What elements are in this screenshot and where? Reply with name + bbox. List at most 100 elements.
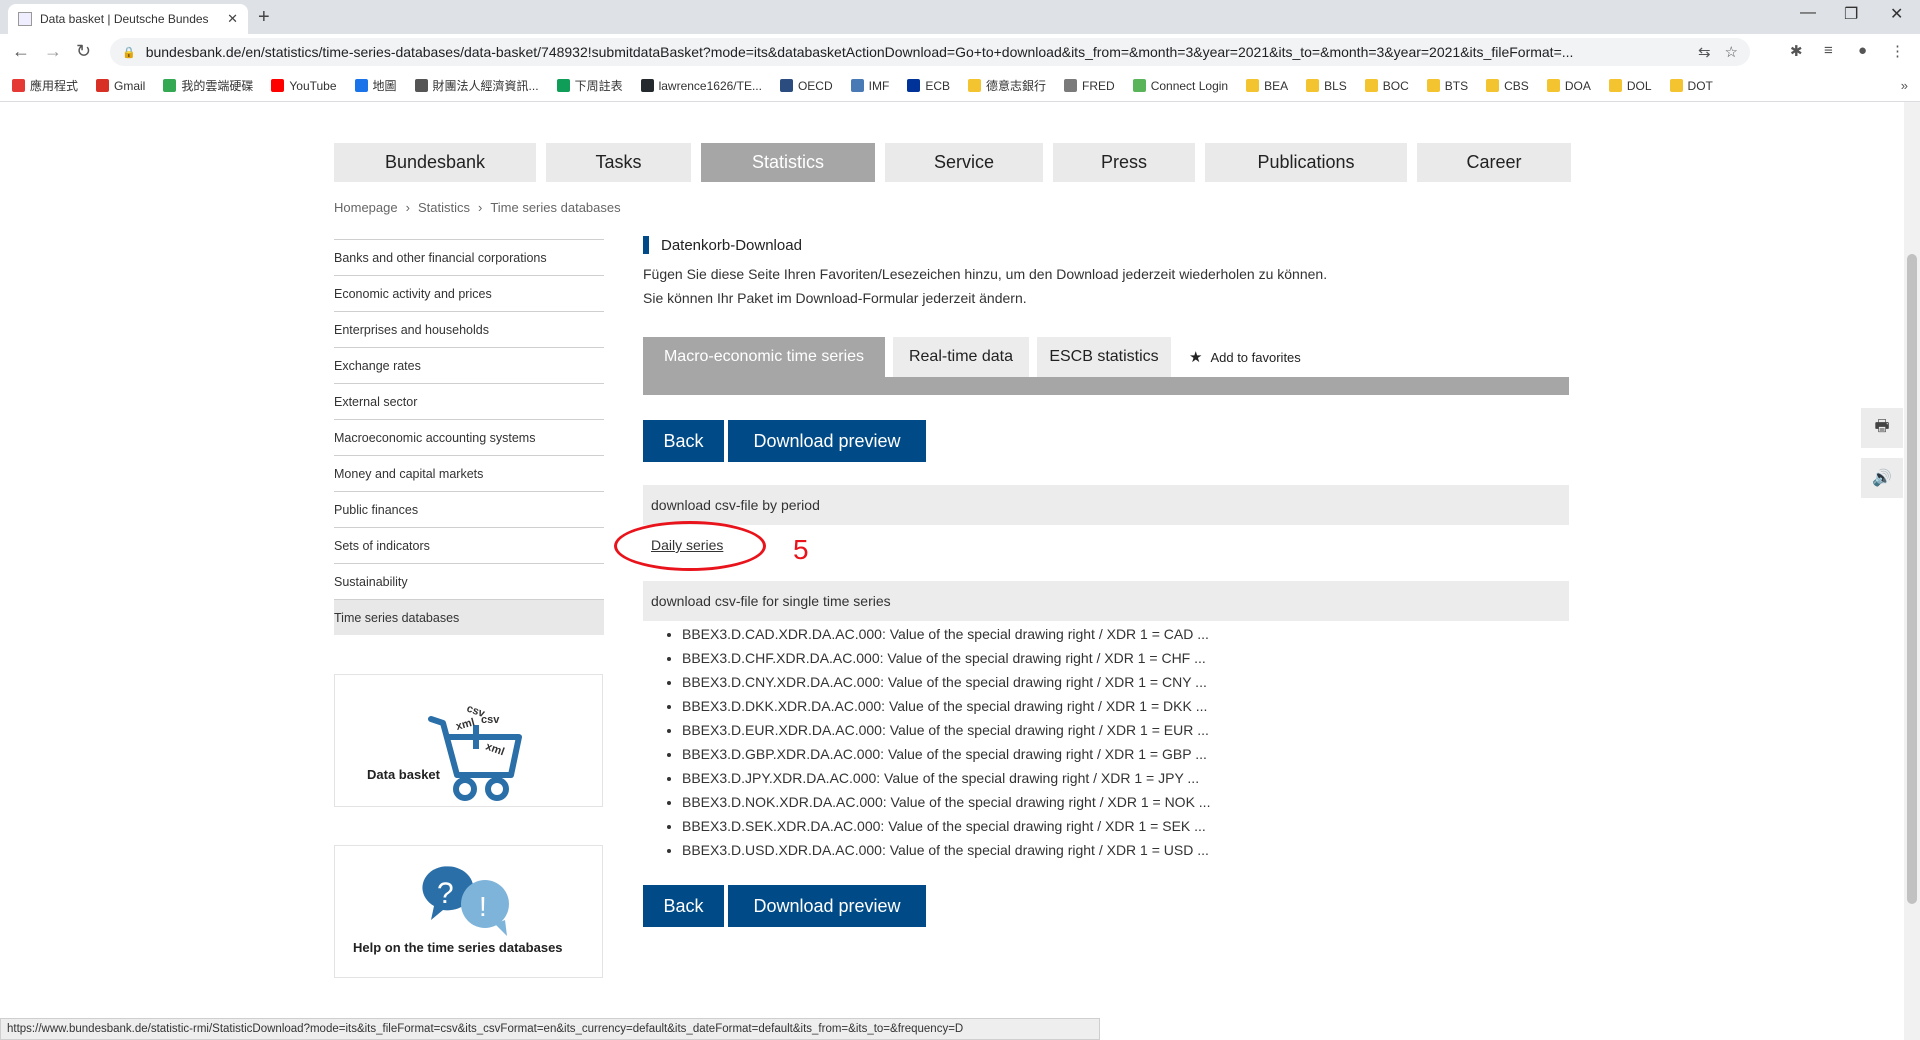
sidebar-item[interactable]: Sustainability [334,563,604,599]
sidebar-item[interactable]: Money and capital markets [334,455,604,491]
bookmark-item[interactable]: ECB [907,79,950,93]
series-list-item[interactable]: BBEX3.D.CHF.XDR.DA.AC.000: Value of the … [682,646,1210,670]
intro-text: Fügen Sie diese Seite Ihren Favoriten/Le… [643,262,1570,310]
bookmark-item[interactable]: DOL [1608,78,1652,93]
sidebar-item[interactable]: Economic activity and prices [334,275,604,311]
sidebar-item[interactable]: External sector [334,383,604,419]
bookmark-icon [96,79,110,92]
series-list-item[interactable]: BBEX3.D.JPY.XDR.DA.AC.000: Value of the … [682,766,1210,790]
tab-real-time-data[interactable]: Real-time data [893,337,1029,377]
sidebar-item[interactable]: Public finances [334,491,604,527]
browser-tab[interactable]: Data basket | Deutsche Bundes ✕ [8,4,248,34]
minimize-icon[interactable]: — [1800,4,1816,22]
bookmark-item[interactable]: OECD [779,78,833,93]
breadcrumb-homepage[interactable]: Homepage [334,200,398,215]
speaker-icon: 🔊 [1872,470,1892,487]
profile-icon[interactable]: ● [1858,42,1867,59]
basket-tag-4: xml [484,741,506,759]
series-list-item[interactable]: BBEX3.D.NOK.XDR.DA.AC.000: Value of the … [682,790,1210,814]
bookmark-item[interactable]: BOC [1364,79,1409,93]
bookmark-item[interactable]: DOT [1669,79,1713,93]
series-list-item[interactable]: BBEX3.D.CAD.XDR.DA.AC.000: Value of the … [682,622,1210,646]
sidebar-item[interactable]: Time series databases [334,599,604,635]
series-list: BBEX3.D.CAD.XDR.DA.AC.000: Value of the … [682,622,1210,862]
translate-icon[interactable]: ⇆ [1698,43,1711,61]
sidebar-item[interactable]: Enterprises and households [334,311,604,347]
read-aloud-button[interactable]: 🔊 [1861,458,1903,498]
menu-dots-icon[interactable]: ⋮ [1890,42,1905,60]
bookmark-icon [1364,79,1378,92]
bookmark-item[interactable]: 財團法人經濟資訊... [414,77,539,94]
add-to-favorites[interactable]: ★ Add to favorites [1179,337,1301,377]
nav-tasks[interactable]: Tasks [546,143,691,182]
breadcrumb-statistics[interactable]: Statistics [418,200,470,215]
more-bookmarks-icon[interactable]: » [1901,78,1908,93]
breadcrumb-time-series[interactable]: Time series databases [490,200,620,215]
nav-bundesbank[interactable]: Bundesbank [334,143,536,182]
bookmark-item[interactable]: BLS [1306,79,1347,93]
bookmark-item[interactable]: 應用程式 [12,77,78,94]
tab-escb-statistics[interactable]: ESCB statistics [1037,337,1171,377]
bookmark-item[interactable]: 德意志銀行 [968,77,1046,94]
address-bar[interactable]: 🔒 bundesbank.de/en/statistics/time-serie… [110,38,1750,66]
nav-career[interactable]: Career [1417,143,1571,182]
sidebar-item[interactable]: Banks and other financial corporations [334,239,604,275]
series-list-item[interactable]: BBEX3.D.DKK.XDR.DA.AC.000: Value of the … [682,694,1210,718]
back-button[interactable]: Back [643,420,724,462]
nav-publications[interactable]: Publications [1205,143,1407,182]
media-icon[interactable]: ≡ [1824,42,1833,59]
scrollbar-thumb[interactable] [1907,254,1917,904]
page-scrollbar[interactable] [1904,102,1920,1040]
bookmark-item[interactable]: 下周註表 [556,77,623,94]
nav-service[interactable]: Service [885,143,1043,182]
bookmark-item[interactable]: FRED [1064,79,1115,93]
bookmark-item[interactable]: IMF [850,78,890,93]
data-basket-promo[interactable]: csv xml csv xml Data basket [334,674,603,807]
bookmark-item[interactable]: DOA [1546,79,1591,93]
bookmark-label: DOL [1626,78,1652,93]
sidebar-item[interactable]: Sets of indicators [334,527,604,563]
bookmark-item[interactable]: BEA [1246,79,1288,93]
svg-text:!: ! [479,891,487,922]
extensions-icon[interactable]: ✱ [1790,42,1803,60]
series-list-item[interactable]: BBEX3.D.SEK.XDR.DA.AC.000: Value of the … [682,814,1210,838]
download-preview-button-bottom[interactable]: Download preview [728,885,926,927]
nav-statistics[interactable]: Statistics [701,143,875,182]
nav-press[interactable]: Press [1053,143,1195,182]
printer-icon: 🖶 [1874,417,1890,435]
bookmark-label: lawrence1626/TE... [658,78,762,93]
new-tab-icon[interactable]: + [258,6,270,29]
close-tab-icon[interactable]: ✕ [227,11,238,27]
bookmark-item[interactable]: BTS [1426,78,1469,93]
bookmark-label: OECD [797,78,833,93]
tab-macro-economic[interactable]: Macro-economic time series [643,337,885,377]
bookmark-item[interactable]: 我的雲端硬碟 [163,77,253,94]
tab-title: Data basket | Deutsche Bundes [40,12,209,26]
print-button[interactable]: 🖶 [1861,408,1903,448]
reload-icon[interactable]: ↻ [76,41,91,62]
bookmark-label: BTS [1444,78,1469,93]
bookmark-label: IMF [868,78,890,93]
bookmark-item[interactable]: Connect Login [1132,79,1228,93]
close-window-icon[interactable]: ✕ [1890,4,1903,24]
bookmark-icon [1608,79,1622,92]
restore-icon[interactable]: ❐ [1844,4,1858,24]
bookmark-item[interactable]: YouTube [271,79,337,93]
bookmark-star-icon[interactable]: ☆ [1725,43,1738,61]
bookmark-item[interactable]: lawrence1626/TE... [640,78,762,93]
sidebar-item[interactable]: Exchange rates [334,347,604,383]
forward-arrow-icon[interactable]: → [44,41,62,62]
series-list-item[interactable]: BBEX3.D.USD.XDR.DA.AC.000: Value of the … [682,838,1210,862]
series-list-item[interactable]: BBEX3.D.GBP.XDR.DA.AC.000: Value of the … [682,742,1210,766]
back-arrow-icon[interactable]: ← [12,41,30,62]
back-button-bottom[interactable]: Back [643,885,724,927]
help-promo[interactable]: ? ! Help on the time series databases [334,845,603,978]
bookmark-label: 下周註表 [574,79,623,93]
bookmark-item[interactable]: Gmail [96,79,145,93]
series-list-item[interactable]: BBEX3.D.CNY.XDR.DA.AC.000: Value of the … [682,670,1210,694]
bookmark-item[interactable]: CBS [1486,79,1529,93]
bookmark-item[interactable]: 地圖 [354,77,397,94]
series-list-item[interactable]: BBEX3.D.EUR.XDR.DA.AC.000: Value of the … [682,718,1210,742]
sidebar-item[interactable]: Macroeconomic accounting systems [334,419,604,455]
download-preview-button[interactable]: Download preview [728,420,926,462]
